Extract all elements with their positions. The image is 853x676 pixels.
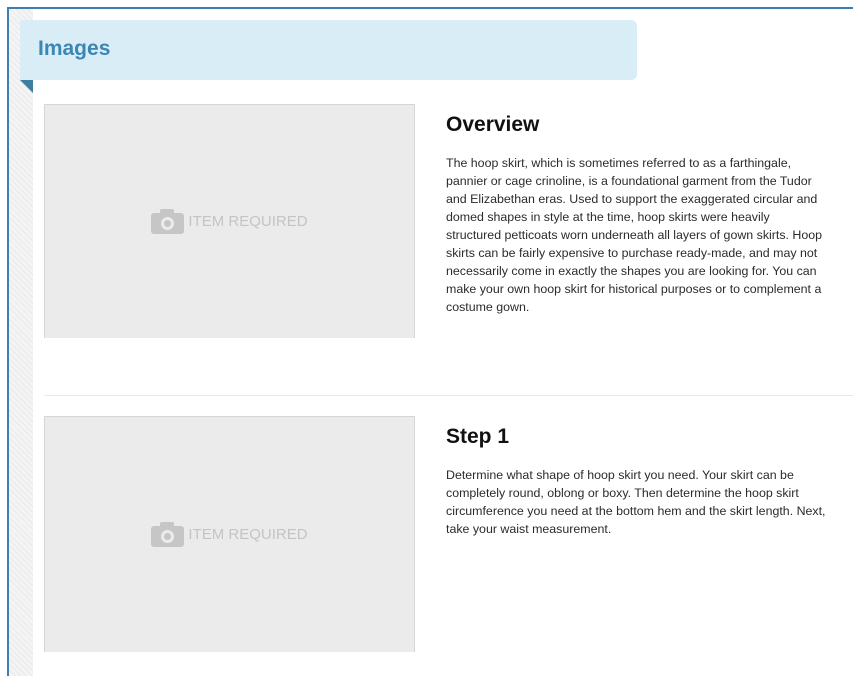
left-gutter (9, 9, 33, 676)
step-body-step-1: Determine what shape of hoop skirt you n… (446, 468, 826, 536)
camera-icon (151, 522, 185, 547)
section-title: Images (38, 37, 111, 60)
camera-icon (151, 209, 185, 234)
image-placeholder-step-1[interactable]: ITEM REQUIRED (44, 416, 415, 652)
image-placeholder-label: ITEM REQUIRED (188, 525, 308, 543)
step-body-overview: The hoop skirt, which is sometimes refer… (446, 156, 823, 314)
image-placeholder-overview[interactable]: ITEM REQUIRED (44, 104, 415, 338)
banner-fold-corner (20, 80, 33, 93)
step-divider (44, 395, 853, 396)
frame-border-top (7, 7, 853, 9)
step-heading-step-1: Step 1 (446, 425, 510, 448)
step-heading-overview: Overview (446, 113, 540, 136)
image-placeholder-label: ITEM REQUIRED (188, 212, 308, 230)
section-banner: Images (20, 20, 637, 80)
editor-frame: Images ITEM REQUIRED Overview The hoop s… (0, 0, 853, 676)
